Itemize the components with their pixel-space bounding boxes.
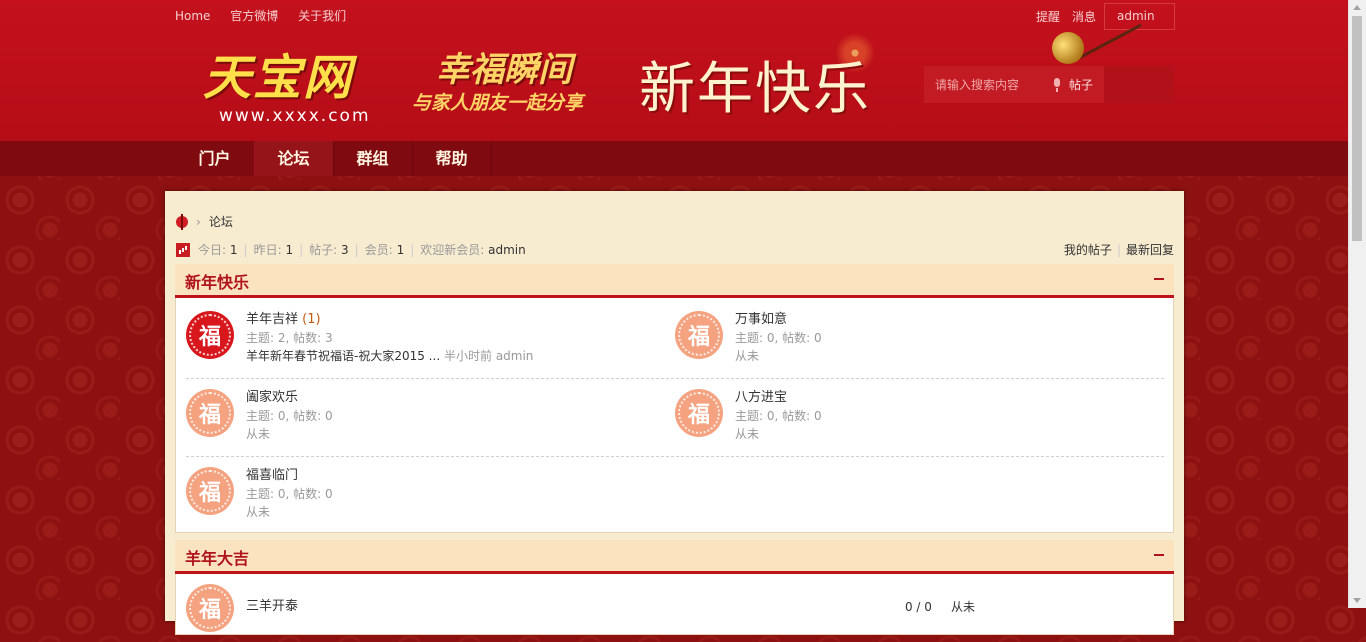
last-post: 从未 xyxy=(735,349,760,363)
last-post: 从未 xyxy=(735,427,760,441)
chevron-right-icon: › xyxy=(196,214,201,229)
forum-panel: › 论坛 今日: 1 | 昨日: 1 | 帖子: 3 | 会员: 1 | 欢迎新… xyxy=(165,191,1184,635)
top-link-weibo[interactable]: 官方微博 xyxy=(230,9,278,23)
forum-section: 新年快乐 福 羊年吉祥 (1) 主题: 2, 帖数: 3 羊年新年春节祝福语-祝… xyxy=(175,264,1174,533)
fu-forum-icon[interactable]: 福 xyxy=(186,389,234,437)
newest-member-link[interactable]: admin xyxy=(488,243,526,257)
stat-yesterday-label: 昨日: xyxy=(253,243,282,257)
nav-forum[interactable]: 论坛 xyxy=(254,141,334,176)
forum-name[interactable]: 万事如意 xyxy=(735,311,822,329)
forum-item: 福 万事如意 主题: 0, 帖数: 0 从未 xyxy=(675,311,1155,369)
vertical-scrollbar[interactable] xyxy=(1348,0,1366,608)
forum-item: 福 羊年吉祥 (1) 主题: 2, 帖数: 3 羊年新年春节祝福语-祝大家201… xyxy=(186,311,666,369)
forum-item: 福 阖家欢乐 主题: 0, 帖数: 0 从未 xyxy=(186,389,666,447)
scroll-down-icon[interactable] xyxy=(1353,598,1361,603)
new-year-banner: 幸福瞬间 与家人朋友一起分享 新年快乐 xyxy=(412,28,912,122)
forum-stats: 主题: 0, 帖数: 0 xyxy=(735,409,822,423)
stat-posts-label: 帖子: xyxy=(309,243,338,257)
forum-name[interactable]: 福喜临门 xyxy=(246,467,333,485)
reminders-link[interactable]: 提醒 xyxy=(1036,8,1060,25)
user-toolbar: 提醒 消息 admin xyxy=(1024,3,1175,30)
microphone-icon[interactable] xyxy=(1052,77,1061,92)
site-logo[interactable]: 天宝网 www.xxxx.com xyxy=(203,50,371,126)
fu-forum-icon[interactable]: 福 xyxy=(186,467,234,515)
fu-forum-icon[interactable]: 福 xyxy=(675,311,723,359)
nav-portal[interactable]: 门户 xyxy=(175,141,255,176)
forum-name[interactable]: 八方进宝 xyxy=(735,389,822,407)
forum-stats: 主题: 0, 帖数: 0 xyxy=(246,487,333,501)
my-posts-link[interactable]: 我的帖子 xyxy=(1064,243,1112,257)
nav-help[interactable]: 帮助 xyxy=(412,141,492,176)
forum-item: 福 福喜临门 主题: 0, 帖数: 0 从未 xyxy=(186,467,666,525)
site-header: Home 官方微博 关于我们 提醒 消息 admin 天宝网 www.xxxx.… xyxy=(0,0,1349,141)
forum-stats: 主题: 0, 帖数: 0 xyxy=(735,331,822,345)
stat-members: 1 xyxy=(396,242,405,257)
stats-chart-icon xyxy=(176,242,190,257)
last-post-link[interactable]: 羊年新年春节祝福语-祝大家2015 ... xyxy=(246,349,440,363)
messages-link[interactable]: 消息 xyxy=(1072,8,1096,25)
top-link-about[interactable]: 关于我们 xyxy=(298,9,346,23)
search-bar: 请输入搜索内容 帖子 xyxy=(924,66,1174,103)
fu-forum-icon[interactable]: 福 xyxy=(186,311,234,359)
section-header: 新年快乐 xyxy=(175,264,1174,298)
row-divider xyxy=(186,378,1164,379)
latest-replies-link[interactable]: 最新回复 xyxy=(1126,243,1174,257)
breadcrumb: › 论坛 xyxy=(176,213,233,230)
scroll-up-icon[interactable] xyxy=(1353,5,1361,10)
stat-today: 1 xyxy=(229,242,238,257)
stat-yesterday: 1 xyxy=(285,242,294,257)
fu-forum-icon[interactable]: 福 xyxy=(186,584,234,632)
breadcrumb-current[interactable]: 论坛 xyxy=(209,213,233,230)
today-count-badge: (1) xyxy=(302,312,321,327)
forum-name[interactable]: 羊年吉祥 xyxy=(246,312,298,327)
last-post: 从未 xyxy=(950,600,975,614)
stat-members-label: 会员: xyxy=(364,243,393,257)
last-post-time: 半小时前 xyxy=(443,349,492,363)
collapse-icon[interactable] xyxy=(1154,278,1164,280)
top-link-home[interactable]: Home xyxy=(175,9,210,23)
stat-today-label: 今日: xyxy=(198,243,227,257)
forum-post-counts: 0 / 0 xyxy=(904,600,932,614)
quick-links: 我的帖子 | 最新回复 xyxy=(1063,243,1174,257)
fu-forum-icon[interactable]: 福 xyxy=(675,389,723,437)
section-body: 福 三羊开泰 0 / 0 从未 xyxy=(175,574,1174,635)
section-body: 福 羊年吉祥 (1) 主题: 2, 帖数: 3 羊年新年春节祝福语-祝大家201… xyxy=(175,298,1174,533)
bird-decoration xyxy=(1052,32,1084,64)
nav-groups[interactable]: 群组 xyxy=(333,141,413,176)
forum-stats: 主题: 2, 帖数: 3 xyxy=(246,331,333,345)
forum-section: 羊年大吉 福 三羊开泰 0 / 0 从未 xyxy=(175,540,1174,635)
banner-line-2: 与家人朋友一起分享 xyxy=(412,92,584,114)
main-navigation: 门户 论坛 群组 帮助 xyxy=(0,141,1349,176)
logo-title: 天宝网 xyxy=(203,50,354,106)
last-post: 从未 xyxy=(246,505,271,519)
stat-newmember-label: 欢迎新会员: xyxy=(420,243,485,257)
section-title[interactable]: 羊年大吉 xyxy=(185,545,249,569)
forum-row-stats: 0 / 0 从未 xyxy=(905,598,975,615)
search-placeholder: 请输入搜索内容 xyxy=(935,78,1020,92)
stat-posts: 3 xyxy=(341,242,349,257)
top-navigation: Home 官方微博 关于我们 xyxy=(175,7,362,24)
search-input[interactable]: 请输入搜索内容 帖子 xyxy=(924,66,1104,103)
last-post-author[interactable]: admin xyxy=(496,349,534,363)
forum-stats: 主题: 0, 帖数: 0 xyxy=(246,409,333,423)
last-post: 从未 xyxy=(246,427,271,441)
row-divider xyxy=(186,456,1164,457)
home-lantern-icon[interactable] xyxy=(176,213,188,230)
forum-name[interactable]: 阖家欢乐 xyxy=(246,389,333,407)
forum-item: 福 三羊开泰 xyxy=(186,584,666,642)
section-title[interactable]: 新年快乐 xyxy=(185,269,249,293)
banner-line-3: 新年快乐 xyxy=(639,57,871,122)
search-button[interactable] xyxy=(1104,66,1174,103)
scrollbar-thumb[interactable] xyxy=(1352,16,1362,241)
forum-name[interactable]: 三羊开泰 xyxy=(246,598,298,616)
forum-item: 福 八方进宝 主题: 0, 帖数: 0 从未 xyxy=(675,389,1155,447)
logo-url: www.xxxx.com xyxy=(219,106,371,126)
forum-stats: 今日: 1 | 昨日: 1 | 帖子: 3 | 会员: 1 | 欢迎新会员: a… xyxy=(176,241,526,258)
banner-line-1: 幸福瞬间 xyxy=(436,50,572,90)
section-header: 羊年大吉 xyxy=(175,540,1174,574)
search-type-select[interactable]: 帖子 xyxy=(1069,76,1104,93)
collapse-icon[interactable] xyxy=(1154,554,1164,556)
